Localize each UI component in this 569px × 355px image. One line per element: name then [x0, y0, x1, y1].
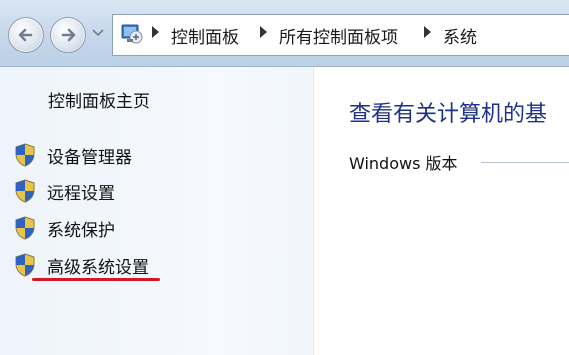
breadcrumb-all-control-panel-items[interactable]: 所有控制面板项: [279, 23, 398, 48]
task-label: 设备管理器: [47, 148, 132, 168]
page-title: 查看有关计算机的基: [349, 102, 548, 127]
task-label: 高级系统设置: [47, 258, 149, 278]
task-label: 远程设置: [47, 184, 115, 204]
uac-shield-icon: [15, 216, 35, 240]
forward-button[interactable]: [50, 17, 86, 53]
task-label: 系统保护: [47, 221, 115, 241]
control-panel-home-link[interactable]: 控制面板主页: [48, 87, 150, 112]
control-panel-icon: [121, 24, 143, 44]
navigation-bar: 控制面板 所有控制面板项 系统: [0, 0, 569, 67]
forward-arrow-icon: [61, 28, 76, 42]
left-task-pane: 控制面板主页 设备管理器 远程设置 系统保护 高级系统设置: [0, 67, 314, 355]
breadcrumb-separator-icon[interactable]: [152, 26, 159, 38]
windows-edition-heading: Windows 版本: [349, 154, 458, 173]
breadcrumb-system[interactable]: 系统: [443, 23, 477, 48]
breadcrumb-control-panel[interactable]: 控制面板: [171, 23, 239, 48]
section-divider: [481, 162, 569, 163]
recent-pages-button[interactable]: [92, 29, 104, 37]
address-bar[interactable]: 控制面板 所有控制面板项 系统: [112, 14, 569, 56]
red-annotation-underline: [32, 278, 160, 281]
uac-shield-icon: [15, 143, 35, 167]
uac-shield-icon: [15, 253, 35, 277]
back-arrow-icon: [18, 28, 33, 42]
breadcrumb-separator-icon[interactable]: [424, 26, 431, 38]
uac-shield-icon: [15, 179, 35, 203]
breadcrumb-separator-icon[interactable]: [260, 26, 267, 38]
back-button[interactable]: [8, 17, 44, 53]
